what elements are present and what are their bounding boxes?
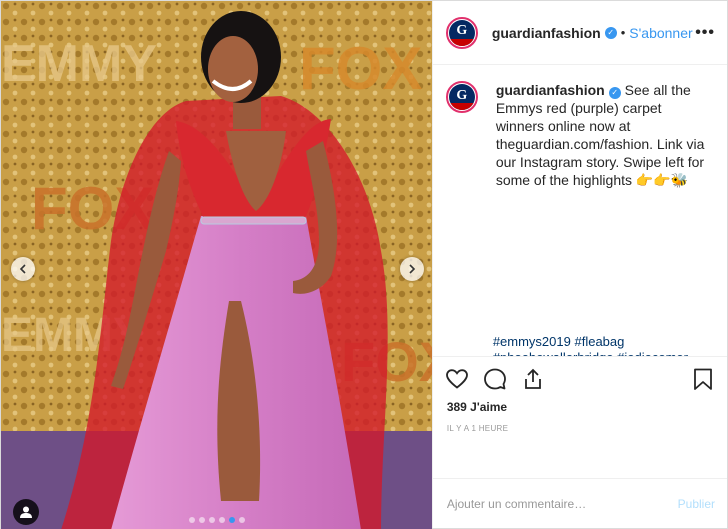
bookmark-icon[interactable] <box>691 367 715 391</box>
hashtag-link[interactable]: #emmys2019 <box>493 334 571 349</box>
carousel-dot <box>189 517 195 523</box>
likes-count[interactable]: 389 J'aime <box>447 400 507 414</box>
separator: • <box>620 25 626 40</box>
post-side-panel: G guardianfashion ✓ • S'abonner ••• G gu… <box>431 1 727 528</box>
caption-username-link[interactable]: guardianfashion <box>496 82 605 98</box>
chevron-left-icon <box>19 264 26 274</box>
comment-icon[interactable] <box>483 367 507 391</box>
post-actions: 389 J'aime IL Y A 1 HEURE <box>432 356 727 478</box>
post-photo: EMMY FOX FOX EMMY FOX <box>1 1 432 529</box>
carousel-dot <box>199 517 205 523</box>
avatar-stripe <box>448 38 475 46</box>
username-link[interactable]: guardianfashion <box>492 25 601 41</box>
carousel-dot <box>229 517 235 523</box>
backdrop-word: EMMY <box>1 35 157 93</box>
follow-button[interactable]: S'abonner <box>629 25 692 41</box>
avatar[interactable]: G <box>445 16 478 49</box>
guardian-logo: G <box>448 19 475 46</box>
post-media[interactable]: EMMY FOX FOX EMMY FOX <box>1 1 432 529</box>
post-header: G guardianfashion ✓ • S'abonner ••• <box>432 1 727 65</box>
verified-badge-icon: ✓ <box>604 26 617 39</box>
share-icon[interactable] <box>521 367 545 391</box>
caption-text: guardianfashion ✓ See all the Emmys red (… <box>496 81 711 189</box>
verified-badge-icon: ✓ <box>608 87 621 99</box>
avatar[interactable]: G <box>445 81 478 113</box>
comment-form: Publier <box>432 478 727 528</box>
avatar-stripe <box>448 103 475 110</box>
avatar-letter: G <box>456 87 468 103</box>
carousel-indicator <box>1 517 432 523</box>
carousel-dot <box>209 517 215 523</box>
carousel-dot <box>239 517 245 523</box>
avatar-letter: G <box>456 23 468 38</box>
hashtag-link[interactable]: #fleabag <box>574 334 624 349</box>
instagram-post: EMMY FOX FOX EMMY FOX <box>0 0 728 529</box>
previous-slide-button[interactable] <box>11 257 35 281</box>
comment-input[interactable] <box>446 496 678 511</box>
backdrop-word: FOX <box>299 35 422 102</box>
carousel-dot <box>219 517 225 523</box>
guardian-logo: G <box>448 84 475 110</box>
heart-icon[interactable] <box>445 367 469 391</box>
more-options-button[interactable]: ••• <box>695 24 715 42</box>
chevron-right-icon <box>409 264 416 274</box>
comments-section[interactable]: G guardianfashion ✓ See all the Emmys red… <box>433 65 727 356</box>
action-bar <box>445 357 715 401</box>
publish-button[interactable]: Publier <box>678 497 715 511</box>
caption: G guardianfashion ✓ See all the Emmys red… <box>445 81 714 189</box>
post-timestamp[interactable]: IL Y A 1 HEURE <box>447 424 508 433</box>
next-slide-button[interactable] <box>400 257 424 281</box>
hashtag-list: #emmys2019 #fleabag #phoebewallerbridge … <box>493 334 718 356</box>
